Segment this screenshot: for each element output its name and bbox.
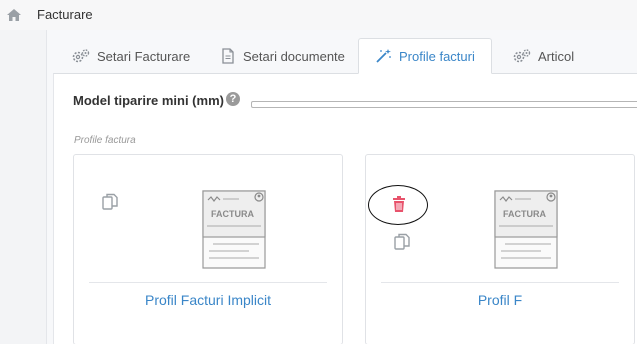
home-icon[interactable] — [7, 9, 21, 21]
tab-label: Articol — [538, 48, 575, 64]
magic-wand-icon — [376, 49, 391, 63]
copy-icon[interactable] — [101, 193, 119, 211]
profile-name-link[interactable]: Profil F — [366, 292, 634, 308]
annotation-circle — [368, 185, 428, 225]
invoice-illustration: FACTURA — [494, 190, 558, 269]
tab-label: Setari Facturare — [97, 48, 191, 64]
profile-name-link[interactable]: Profil Facturi Implicit — [74, 292, 342, 308]
tab-setari-documente[interactable]: Setari documente — [219, 38, 345, 74]
copy-icon[interactable] — [393, 233, 411, 251]
profile-card[interactable]: FACTURA Profil Facturi Implicit — [73, 154, 343, 344]
invoice-image-label: FACTURA — [211, 209, 254, 219]
trash-icon[interactable] — [392, 196, 406, 212]
tab-profile-facturi[interactable]: Profile facturi — [358, 38, 492, 74]
tab-content: Model tiparire mini (mm) ? Profile factu… — [53, 73, 637, 344]
gears-icon — [72, 49, 90, 63]
tab-label: Setari documente — [243, 48, 345, 64]
invoice-illustration: FACTURA — [202, 190, 266, 269]
page-title: Facturare — [37, 7, 93, 22]
main-panel: Setari Facturare Setari documente Profil… — [46, 30, 637, 344]
question-circle-icon[interactable]: ? — [226, 92, 240, 106]
invoice-image-label: FACTURA — [503, 209, 546, 219]
gears-icon — [513, 49, 531, 63]
tab-articol[interactable]: Articol — [512, 38, 574, 74]
tab-setari-facturare[interactable]: Setari Facturare — [71, 38, 190, 74]
divider — [381, 282, 619, 283]
breadcrumb: Facturare — [0, 0, 637, 30]
model-input[interactable] — [251, 101, 637, 108]
section-label: Profile factura — [74, 135, 136, 146]
tab-label: Profile facturi — [399, 48, 475, 64]
document-icon — [222, 48, 234, 64]
divider — [89, 282, 327, 283]
model-label: Model tiparire mini (mm) — [73, 93, 224, 108]
profile-card[interactable]: FACTURA Profil F — [365, 154, 635, 344]
